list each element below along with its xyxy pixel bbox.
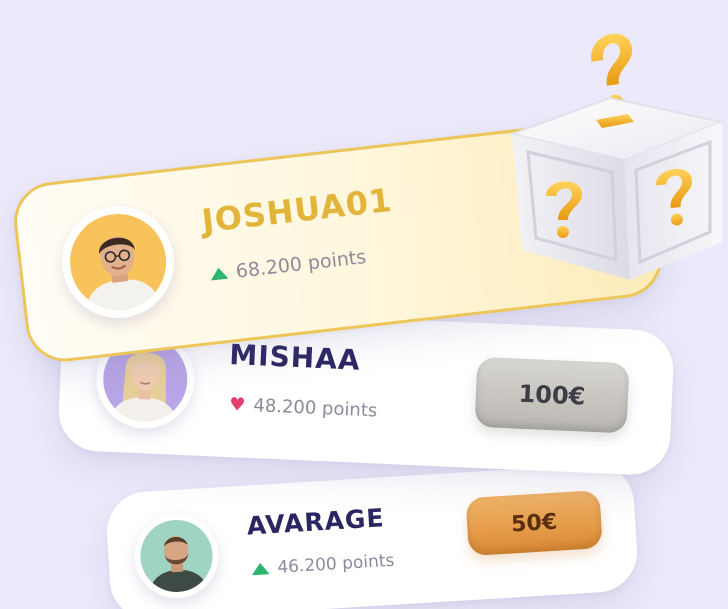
- leaderboard-card-third[interactable]: AVARAGE 46.200 points 50€: [104, 462, 640, 609]
- points-row-joshua01: 68.200 points: [209, 246, 367, 286]
- avatar-avarage: [132, 511, 221, 601]
- username-joshua01: JOSHUA01: [199, 180, 395, 241]
- trend-up-icon: [209, 266, 229, 281]
- trend-up-icon: [251, 562, 270, 576]
- man-glasses-avatar-icon: [64, 208, 172, 316]
- man-beard-avatar-icon: [138, 517, 215, 595]
- username-mishaa: MISHAA: [228, 338, 362, 377]
- question-mark-gift-box-icon: [508, 33, 726, 280]
- prize-badge-50: 50€: [465, 490, 603, 557]
- prize-badge-100: 100€: [474, 356, 630, 434]
- points-value: 46.200 points: [276, 550, 395, 578]
- avatar-joshua01: [56, 200, 181, 325]
- points-value: 48.200 points: [252, 395, 378, 422]
- points-row-avarage: 46.200 points: [251, 551, 395, 580]
- username-avarage: AVARAGE: [245, 503, 386, 541]
- points-row-mishaa: ♥ 48.200 points: [228, 393, 378, 422]
- heart-icon: ♥: [228, 393, 246, 416]
- points-value: 68.200 points: [234, 246, 368, 283]
